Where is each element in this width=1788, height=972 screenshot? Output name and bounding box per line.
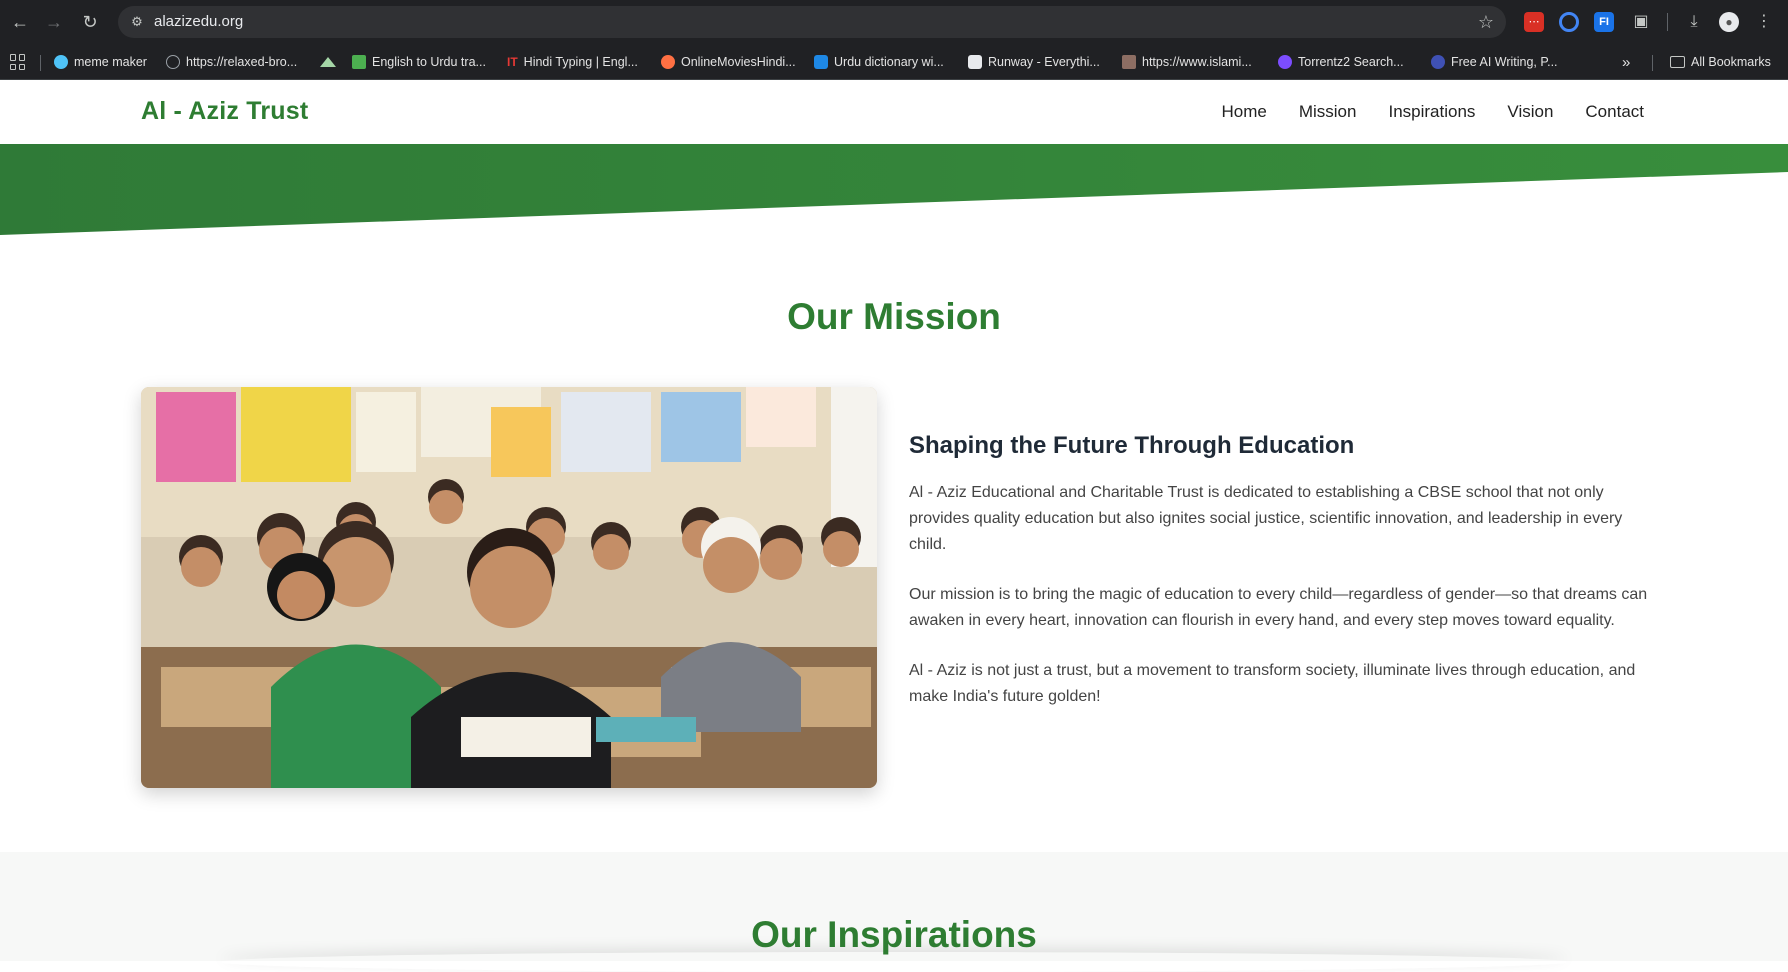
- typing-logo-icon: IT: [507, 55, 518, 69]
- bookmark-star-icon[interactable]: ☆: [1478, 11, 1494, 33]
- mission-paragraph: Our mission is to bring the magic of edu…: [909, 586, 1648, 629]
- classroom-illustration: [141, 387, 877, 788]
- bookmark-item[interactable]: Torrentz2 Search...: [1278, 53, 1404, 71]
- site-settings-icon[interactable]: ⚙: [128, 13, 146, 31]
- toolbar-divider: [1667, 13, 1668, 31]
- mission-paragraph: Al - Aziz Educational and Charitable Tru…: [909, 484, 1623, 553]
- bookmark-item[interactable]: Free AI Writing, P...: [1431, 53, 1558, 71]
- extension-icon-fi[interactable]: FI: [1594, 12, 1614, 32]
- bookmark-item[interactable]: Runway - Everythi...: [968, 53, 1100, 71]
- extensions-puzzle-icon[interactable]: ▣: [1631, 12, 1651, 32]
- globe-icon: [166, 55, 180, 69]
- mountain-icon: [320, 57, 336, 67]
- translate-grid-icon: [352, 55, 366, 69]
- bookmark-label: Hindi Typing | Engl...: [523, 55, 638, 69]
- bookmarks-bar: meme maker https://relaxed-bro... Englis…: [0, 44, 1788, 80]
- all-bookmarks-button[interactable]: All Bookmarks: [1670, 53, 1771, 71]
- bookmarks-divider: [1652, 55, 1653, 71]
- url-text[interactable]: alazizedu.org: [154, 13, 243, 31]
- hero-banner: [0, 144, 1788, 235]
- bookmark-item[interactable]: IT Hindi Typing | Engl...: [507, 53, 638, 71]
- main-nav: Home Mission Inspirations Vision Contact: [1221, 102, 1644, 122]
- back-icon[interactable]: ←: [8, 10, 32, 34]
- bookmark-label: Free AI Writing, P...: [1451, 55, 1558, 69]
- mosque-favicon-icon: [1122, 55, 1136, 69]
- nav-link-contact[interactable]: Contact: [1585, 102, 1644, 122]
- site-logo[interactable]: Al - Aziz Trust: [141, 97, 308, 126]
- nav-link-inspirations[interactable]: Inspirations: [1388, 102, 1475, 122]
- bookmark-label: https://relaxed-bro...: [186, 55, 298, 69]
- writing-favicon-icon: [1431, 55, 1445, 69]
- more-bookmarks-chevron-icon[interactable]: »: [1622, 53, 1630, 71]
- nav-link-vision[interactable]: Vision: [1507, 102, 1553, 122]
- mission-paragraph: Al - Aziz is not just a trust, but a mov…: [909, 662, 1636, 705]
- browser-toolbar: ← → ↻ ⚙ alazizedu.org ☆ ⋯ FI ▣ ⤓ ● ⋮: [0, 0, 1788, 44]
- bookmark-label: OnlineMoviesHindi...: [681, 55, 796, 69]
- bookmark-favicon-icon: [54, 55, 68, 69]
- bookmark-item[interactable]: meme maker: [54, 53, 147, 71]
- nav-link-mission[interactable]: Mission: [1299, 102, 1357, 122]
- site-header: Al - Aziz Trust Home Mission Inspiration…: [0, 80, 1788, 144]
- bookmark-label: Urdu dictionary wi...: [834, 55, 944, 69]
- forward-icon[interactable]: →: [42, 10, 66, 34]
- dictionary-favicon-icon: [814, 55, 828, 69]
- bookmark-item[interactable]: https://www.islami...: [1122, 53, 1252, 71]
- bookmark-label: https://www.islami...: [1142, 55, 1252, 69]
- bookmark-label: English to Urdu tra...: [372, 55, 486, 69]
- inspirations-section-title: Our Inspirations: [751, 914, 1037, 955]
- mission-section-title: Our Mission: [787, 296, 1001, 337]
- runway-favicon-icon: [968, 55, 982, 69]
- bookmark-item[interactable]: [320, 53, 336, 71]
- address-bar[interactable]: ⚙ alazizedu.org ☆: [118, 6, 1506, 38]
- bookmark-item[interactable]: Urdu dictionary wi...: [814, 53, 944, 71]
- nav-link-home[interactable]: Home: [1221, 102, 1266, 122]
- bookmark-label: meme maker: [74, 55, 147, 69]
- classroom-photo: [141, 387, 877, 788]
- extension-icon-circle[interactable]: [1559, 12, 1579, 32]
- profile-avatar-icon[interactable]: ●: [1719, 12, 1739, 32]
- apps-grid-icon[interactable]: [10, 54, 26, 70]
- all-bookmarks-label: All Bookmarks: [1691, 55, 1771, 69]
- bookmark-item[interactable]: English to Urdu tra...: [352, 53, 486, 71]
- mission-content: Shaping the Future Through Education Al …: [909, 432, 1649, 734]
- download-icon[interactable]: ⤓: [1684, 12, 1704, 32]
- folder-icon: [1670, 56, 1685, 68]
- extension-icon-red[interactable]: ⋯: [1524, 12, 1544, 32]
- reload-icon[interactable]: ↻: [78, 10, 102, 34]
- bookmarks-divider: [40, 55, 41, 71]
- bookmark-label: Torrentz2 Search...: [1298, 55, 1404, 69]
- bookmark-item[interactable]: OnlineMoviesHindi...: [661, 53, 796, 71]
- mission-heading: Shaping the Future Through Education: [909, 432, 1355, 459]
- menu-kebab-icon[interactable]: ⋮: [1754, 12, 1774, 32]
- bookmark-item[interactable]: https://relaxed-bro...: [166, 53, 297, 71]
- bookmark-label: Runway - Everythi...: [988, 55, 1100, 69]
- torrent-favicon-icon: [1278, 55, 1292, 69]
- inspirations-section: Our Inspirations: [0, 852, 1788, 961]
- movie-favicon-icon: [661, 55, 675, 69]
